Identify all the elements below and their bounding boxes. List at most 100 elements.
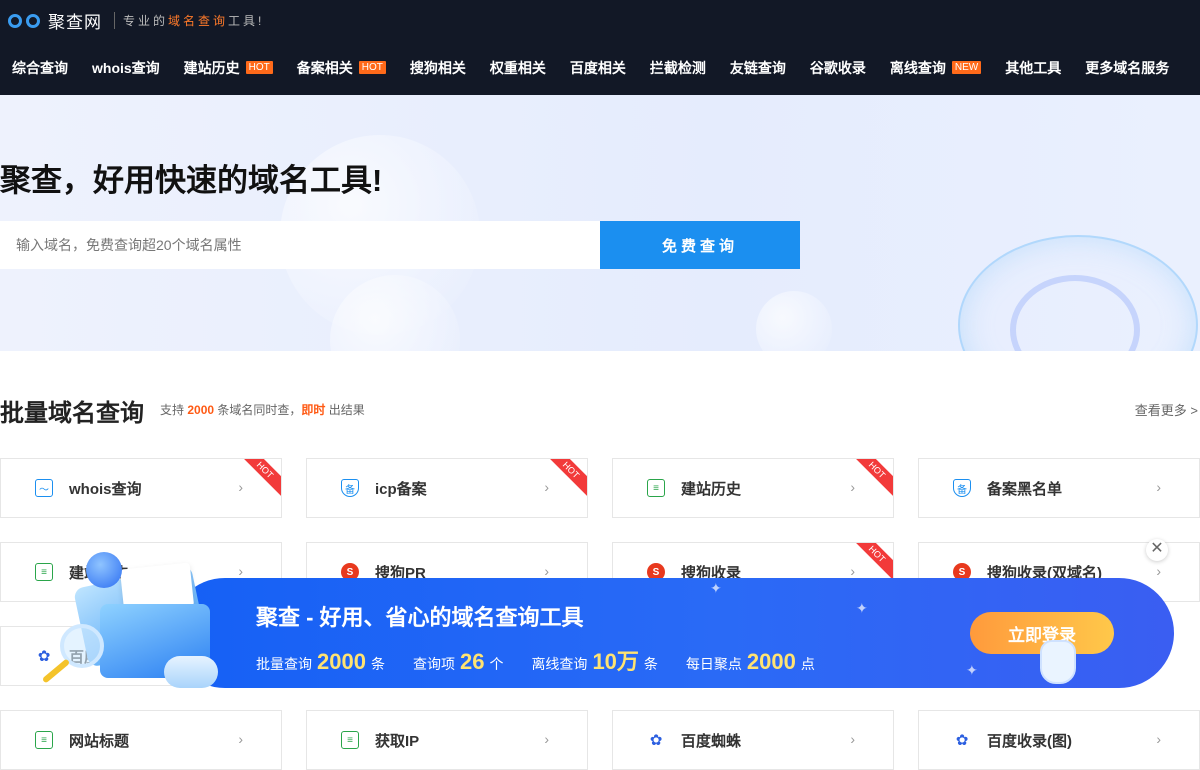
hot-tag: HOT [850,543,893,581]
sparkle-icon: ✦ [966,662,978,678]
sub-pre: 支持 [160,403,185,417]
stat-num: 10万 [592,649,639,674]
stat-unit: 个 [489,656,504,672]
chevron-right-icon: › [238,479,243,495]
tool-card-label: 备案黑名单 [987,480,1063,498]
tool-card[interactable]: ≡ 网站标题 › [0,710,282,770]
tool-card[interactable]: ≡ 建站历史 › HOT [612,458,894,518]
stat-num: 2000 [746,649,796,674]
nav-item-label: 谷歌收录 [809,59,866,76]
hot-tag: HOT [850,459,893,497]
sparkle-icon: ✦ [710,580,722,596]
orb-icon [86,552,122,588]
sparkle-icon: ✦ [856,600,868,616]
sub-number: 2000 [187,403,215,417]
stat-unit: 条 [643,656,658,672]
tool-card-label: icp备案 [375,480,427,498]
history-icon: ≡ [35,731,53,749]
nav-item[interactable]: 百度相关 [570,58,626,78]
banner-stat: 每日聚点 2000 点 [686,649,815,675]
close-banner-button[interactable]: ✕ [1146,539,1168,561]
chevron-right-icon: › [238,563,243,579]
tool-card-label: 百度收录(图) [987,732,1072,750]
nav-item-label: 离线查询 [889,59,946,76]
nav-item[interactable]: 离线查询 NEW [889,58,982,78]
stat-unit: 条 [370,656,385,672]
view-more-link[interactable]: 查看更多 > [1135,400,1198,419]
chevron-right-icon: › [1156,731,1161,747]
banner-stat: 查询项 26 个 [413,649,503,675]
hot-tag: HOT [544,459,587,497]
chevron-right-icon: › [850,731,855,747]
chevron-right-icon: › [850,563,855,579]
stat-label: 离线查询 [531,656,588,672]
chevron-right-icon: › [1156,479,1161,495]
nav-item-label: 搜狗相关 [409,59,466,76]
magnifier-handle [41,658,71,684]
tool-card-label: 网站标题 [69,732,130,750]
tool-card[interactable]: ✿ 百度收录(图) › [918,710,1200,770]
nav-item[interactable]: 搜狗相关 [410,58,466,78]
nav-item[interactable]: 谷歌收录 [810,58,866,78]
tool-card[interactable]: 备 icp备案 › HOT [306,458,588,518]
slogan-pre: 专业的 [123,13,169,28]
shield-icon: 备 [341,479,359,497]
tool-card[interactable]: 备备案黑名单 › [918,458,1200,518]
nav-item[interactable]: 拦截检测 [650,58,706,78]
nav-item-label: 其他工具 [1005,59,1062,76]
nav-item[interactable]: 综合查询 [12,58,68,78]
slogan-highlight: 域名查询 [168,13,229,28]
logo-icon[interactable] [8,9,44,31]
nav-item-label: 建站历史 [183,59,240,76]
nav-item-label: 百度相关 [569,59,626,76]
banner-stat: 离线查询 10万条 [531,644,657,676]
hero-title: 聚查，好用快速的域名工具! [0,163,383,198]
nav-item-label: 权重相关 [489,59,546,76]
slogan-post: 工具! [228,13,265,28]
nav-item[interactable]: 建站历史 HOT [184,58,273,78]
slogan: 专业的域名查询工具! [114,11,265,29]
stat-label: 每日聚点 [685,656,742,672]
promo-banner: ✦ ✦ ✦ 聚查 - 好用、省心的域名查询工具 批量查询 2000 条查询项 26 个离… [170,578,1174,688]
pointer-hand-icon [1040,640,1076,684]
shield-icon: 备 [953,479,971,497]
nav-item[interactable]: whois查询 [92,58,160,78]
free-query-button[interactable]: 免费查询 [600,221,800,269]
chevron-right-icon: › [1156,563,1161,579]
cloud-icon [164,656,218,688]
nav-item[interactable]: 友链查询 [730,58,786,78]
logo-name[interactable]: 聚查网 [48,8,102,33]
nav-item[interactable]: 其他工具 [1005,58,1061,78]
nav-item[interactable]: 更多域名服务 [1085,58,1169,78]
chevron-right-icon: › [238,731,243,747]
monitor-icon: 〜 [35,479,53,497]
stat-label: 查询项 [412,656,455,672]
nav-item-label: 拦截检测 [649,59,706,76]
stat-num: 2000 [317,649,366,674]
tool-card-label: 百度蜘蛛 [681,732,742,750]
banner-stats: 批量查询 2000 条查询项 26 个离线查询 10万条每日聚点 2000 点 [256,644,843,676]
banner-stat: 批量查询 2000 条 [256,649,385,675]
stat-num: 26 [459,649,485,674]
tool-card[interactable]: ≡ 获取IP › [306,710,588,770]
tool-card-label: 获取IP [375,732,420,750]
tool-card-label: whois查询 [69,480,142,498]
nav-badge: HOT [245,61,273,74]
domain-search-input[interactable] [0,221,600,269]
baidu-icon: ✿ [955,732,969,749]
tool-card[interactable]: 〜 whois查询 › HOT [0,458,282,518]
nav-item-label: 综合查询 [12,59,68,76]
banner-title: 聚查 - 好用、省心的域名查询工具 [256,605,584,630]
folder-illustration [41,552,222,712]
sub-mid: 条域名同时查， [217,403,302,417]
stat-label: 批量查询 [256,656,312,672]
chevron-right-icon: › [850,479,855,495]
nav-item-label: whois查询 [92,59,160,76]
sub-highlight: 即时 [301,403,326,417]
tool-card[interactable]: ✿ 百度蜘蛛 › [612,710,894,770]
nav-item[interactable]: 权重相关 [490,58,546,78]
hero-section: 聚查，好用快速的域名工具! 免费查询 [0,95,1200,351]
chevron-right-icon: › [544,479,549,495]
nav-item-label: 更多域名服务 [1085,59,1170,76]
nav-item[interactable]: 备案相关 HOT [297,58,386,78]
